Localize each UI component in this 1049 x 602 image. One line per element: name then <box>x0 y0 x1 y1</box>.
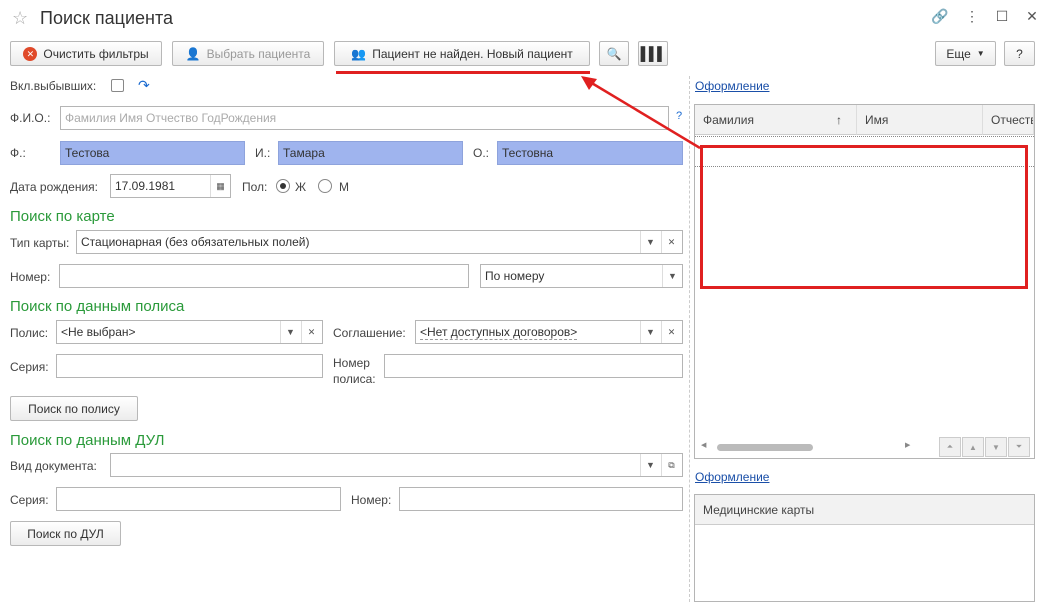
policy-number-label-line1: Номер <box>333 356 370 370</box>
card-number-input[interactable] <box>59 264 469 288</box>
nav-up-icon[interactable]: ▲ <box>962 437 984 457</box>
horizontal-scrollbar[interactable] <box>717 444 813 451</box>
column-header-med-cards[interactable]: Медицинские карты <box>695 495 1034 525</box>
dul-series-label: Серия: <box>10 493 49 507</box>
doc-type-select[interactable]: ▼ ⧉ <box>110 453 683 477</box>
middle-name-label: О.: <box>473 146 490 160</box>
card-type-select[interactable]: Стационарная (без обязательных полей) ▼ … <box>76 230 683 254</box>
card-type-label: Тип карты: <box>10 236 70 250</box>
nav-last-icon[interactable]: ⏷ <box>1008 437 1030 457</box>
more-button[interactable]: Еще ▼ <box>935 41 996 66</box>
clear-filters-button[interactable]: ✕ Очистить фильтры <box>10 41 162 66</box>
column-header-patronymic[interactable]: Отчество <box>983 105 1034 135</box>
doc-type-label: Вид документа: <box>10 459 97 473</box>
select-patient-button[interactable]: 👤 Выбрать пациента <box>172 41 324 66</box>
agreement-label: Соглашение: <box>333 326 406 340</box>
column-header-name[interactable]: Имя <box>857 105 983 135</box>
include-retired-label: Вкл.выбывших: <box>10 79 97 93</box>
search-form-button[interactable]: 🔍 <box>599 41 629 66</box>
card-search-mode-select[interactable]: По номеру ▼ <box>480 264 683 288</box>
barcode-button[interactable]: ▌▌▌ <box>638 41 668 66</box>
chevron-down-icon[interactable]: ▼ <box>280 321 300 343</box>
search-by-policy-button[interactable]: Поиск по полису <box>10 396 138 421</box>
refresh-arrow-icon[interactable]: ↷ <box>138 77 150 94</box>
chevron-down-icon[interactable]: ▼ <box>640 231 660 253</box>
gender-female-radio[interactable] <box>276 179 290 193</box>
clear-filters-icon: ✕ <box>23 46 38 61</box>
policy-section-title: Поиск по данным полиса <box>10 298 185 315</box>
dul-series-input[interactable] <box>56 487 341 511</box>
highlight-rectangle <box>700 145 1028 289</box>
search-by-dul-button[interactable]: Поиск по ДУЛ <box>10 521 121 546</box>
scroll-right-icon[interactable]: ▶ <box>905 441 910 449</box>
design-link-med-cards[interactable]: Оформление <box>695 470 769 484</box>
new-patient-button[interactable]: 👥 Пациент не найден. Новый пациент <box>334 41 590 66</box>
column-header-surname[interactable]: Фамилия ↑ <box>695 105 857 135</box>
agreement-select[interactable]: <Нет доступных договоров> ▼ ✕ <box>415 320 683 344</box>
clear-icon[interactable]: ✕ <box>661 231 681 253</box>
barcode-icon: ▌▌▌ <box>640 46 667 61</box>
window-title: Поиск пациента <box>40 8 174 28</box>
first-name-label: И.: <box>255 146 271 160</box>
gender-male-radio[interactable] <box>318 179 332 193</box>
gender-female-label: Ж <box>295 180 307 194</box>
user-add-icon: 👥 <box>351 46 367 61</box>
last-name-input[interactable]: Тестова <box>60 141 245 165</box>
scroll-left-icon[interactable]: ◀ <box>701 441 706 449</box>
policy-series-input[interactable] <box>56 354 323 378</box>
favorite-star-icon[interactable]: ☆ <box>12 8 28 29</box>
chevron-down-icon[interactable]: ▼ <box>640 321 660 343</box>
nav-down-icon[interactable]: ▼ <box>985 437 1007 457</box>
policy-series-label: Серия: <box>10 360 49 374</box>
design-link-patients[interactable]: Оформление <box>695 79 769 93</box>
chevron-down-icon[interactable]: ▼ <box>662 265 682 287</box>
policy-number-input[interactable] <box>384 354 683 378</box>
search-document-icon: 🔍 <box>606 46 622 61</box>
nav-first-icon[interactable]: ⏶ <box>939 437 961 457</box>
more-vertical-icon[interactable]: ⋮ <box>962 8 982 25</box>
clear-icon[interactable]: ✕ <box>301 321 321 343</box>
link-icon[interactable]: 🔗 <box>930 8 950 25</box>
highlight-arrow <box>581 76 701 150</box>
open-form-icon[interactable]: ⧉ <box>661 454 681 476</box>
policy-select[interactable]: <Не выбран> ▼ ✕ <box>56 320 323 344</box>
policy-label: Полис: <box>10 326 49 340</box>
include-retired-checkbox[interactable] <box>111 79 124 92</box>
calendar-icon[interactable]: ▦ <box>210 175 230 197</box>
gender-male-label: М <box>339 180 349 194</box>
card-section-title: Поиск по карте <box>10 208 115 225</box>
help-button[interactable]: ? <box>1004 41 1035 66</box>
last-name-label: Ф.: <box>10 146 26 160</box>
user-icon: 👤 <box>185 46 201 61</box>
first-name-input[interactable]: Тамара <box>278 141 463 165</box>
dul-number-label: Номер: <box>351 493 392 507</box>
highlight-underline <box>336 71 590 74</box>
fio-label: Ф.И.О.: <box>10 111 51 125</box>
dul-number-input[interactable] <box>399 487 683 511</box>
birth-date-input[interactable]: 17.09.1981 ▦ <box>110 174 231 198</box>
card-number-label: Номер: <box>10 270 51 284</box>
maximize-icon[interactable]: ☐ <box>992 8 1012 25</box>
close-icon[interactable]: ✕ <box>1022 8 1042 25</box>
clear-icon[interactable]: ✕ <box>661 321 681 343</box>
policy-number-label-line2: полиса: <box>333 372 376 386</box>
dul-section-title: Поиск по данным ДУЛ <box>10 432 165 449</box>
chevron-down-icon: ▼ <box>976 49 985 58</box>
chevron-down-icon[interactable]: ▼ <box>640 454 660 476</box>
sort-asc-icon: ↑ <box>836 112 842 127</box>
birth-date-label: Дата рождения: <box>10 180 98 194</box>
med-cards-grid[interactable]: Медицинские карты <box>694 494 1035 602</box>
gender-label: Пол: <box>242 180 268 194</box>
